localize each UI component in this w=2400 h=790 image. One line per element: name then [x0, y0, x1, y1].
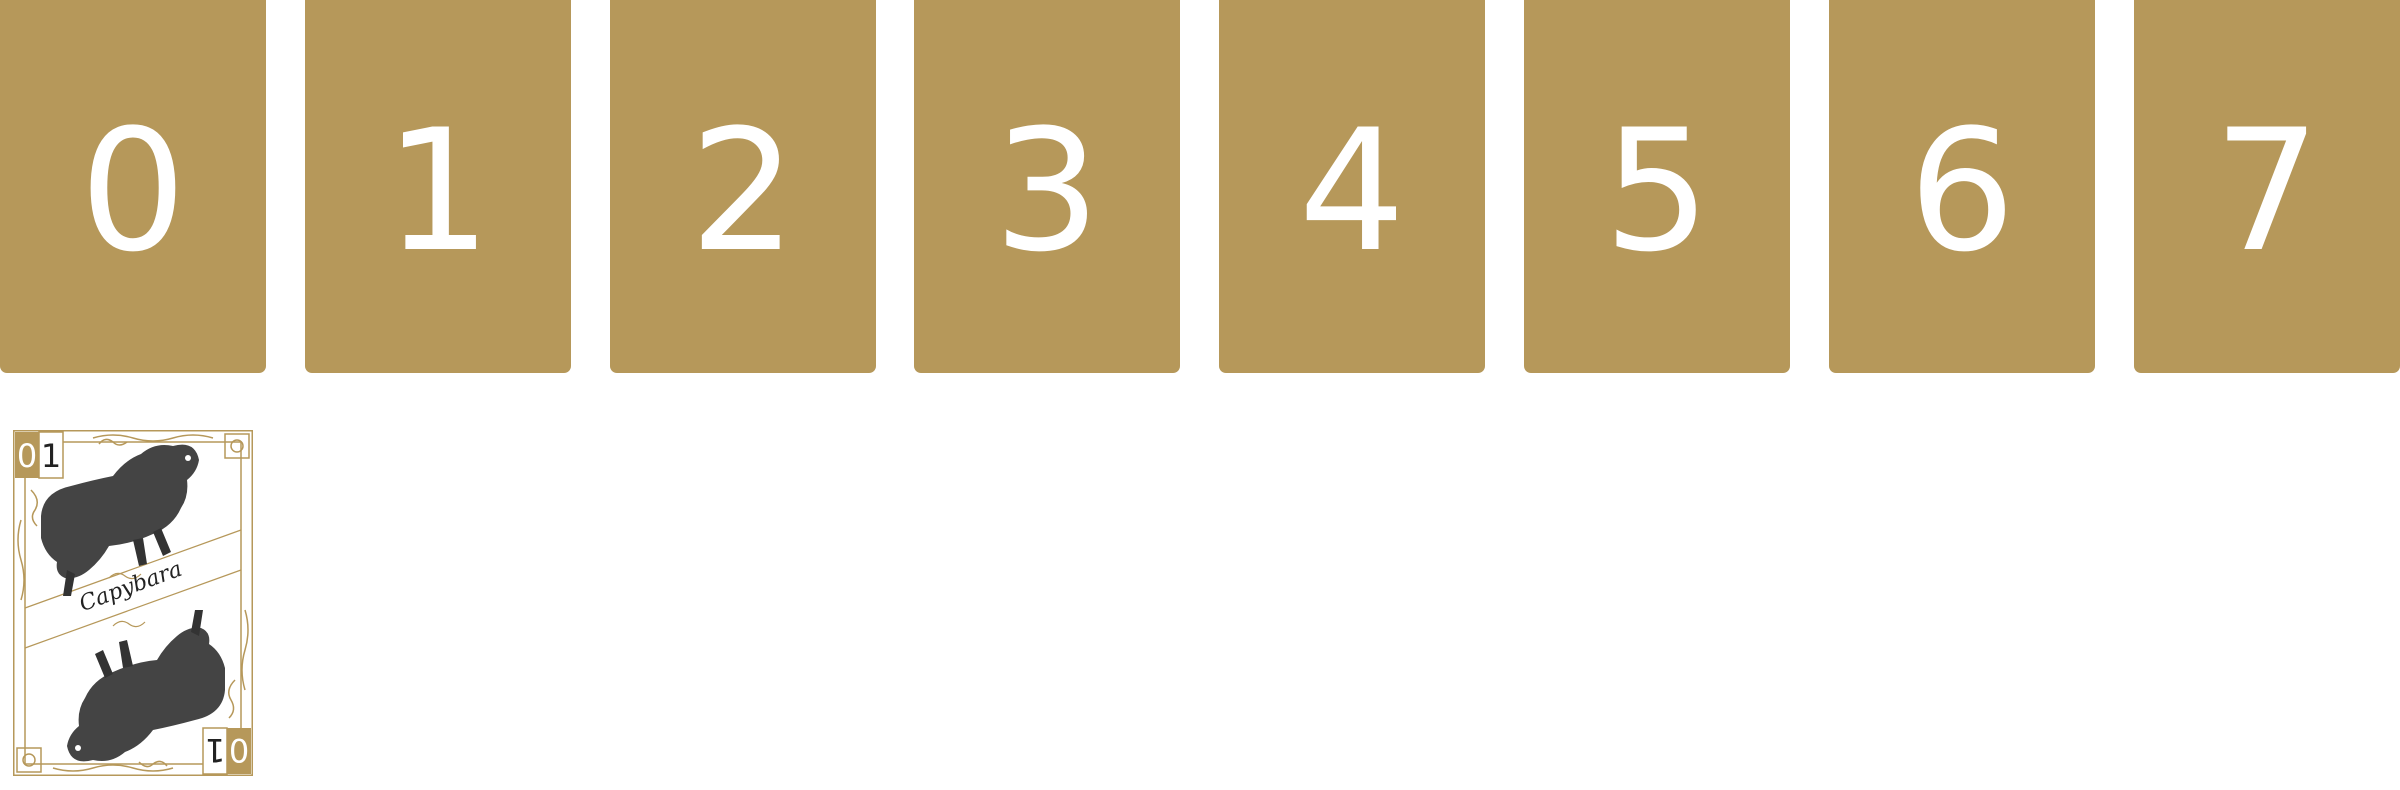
capybara-eye — [185, 455, 191, 461]
card-slot-3[interactable]: 3 — [914, 0, 1180, 373]
card-slot-1[interactable]: 1 — [305, 0, 571, 373]
slot-number: 3 — [993, 92, 1101, 289]
slot-number: 7 — [2213, 92, 2321, 289]
slot-number: 0 — [79, 92, 187, 289]
card-slot-0[interactable]: 0 — [0, 0, 266, 373]
card-slot-6[interactable]: 6 — [1829, 0, 2095, 373]
slot-number: 5 — [1603, 92, 1711, 289]
corner-index-bottom-right: 0 1 — [202, 727, 251, 775]
slot-number: 1 — [384, 92, 492, 289]
capybara-card[interactable]: Capybara 0 1 0 1 — [13, 430, 253, 776]
card-slot-7[interactable]: 7 — [2134, 0, 2400, 373]
capybara-eye — [75, 745, 81, 751]
card-slot-5[interactable]: 5 — [1524, 0, 1790, 373]
corner-digit-gold: 0 — [17, 437, 37, 475]
card-slot-4[interactable]: 4 — [1219, 0, 1485, 373]
slot-number: 2 — [689, 92, 797, 289]
corner-index-top-left: 0 1 — [15, 431, 64, 479]
card-face: Capybara 0 1 0 1 — [13, 430, 253, 776]
corner-digit-white: 1 — [41, 437, 61, 475]
slot-number: 6 — [1908, 92, 2016, 289]
corner-digit-gold: 0 — [229, 731, 249, 769]
card-slot-2[interactable]: 2 — [610, 0, 876, 373]
card-slots-row: 0 1 2 3 4 5 6 7 — [0, 0, 2400, 374]
slot-number: 4 — [1298, 92, 1406, 289]
corner-digit-white: 1 — [205, 731, 225, 769]
